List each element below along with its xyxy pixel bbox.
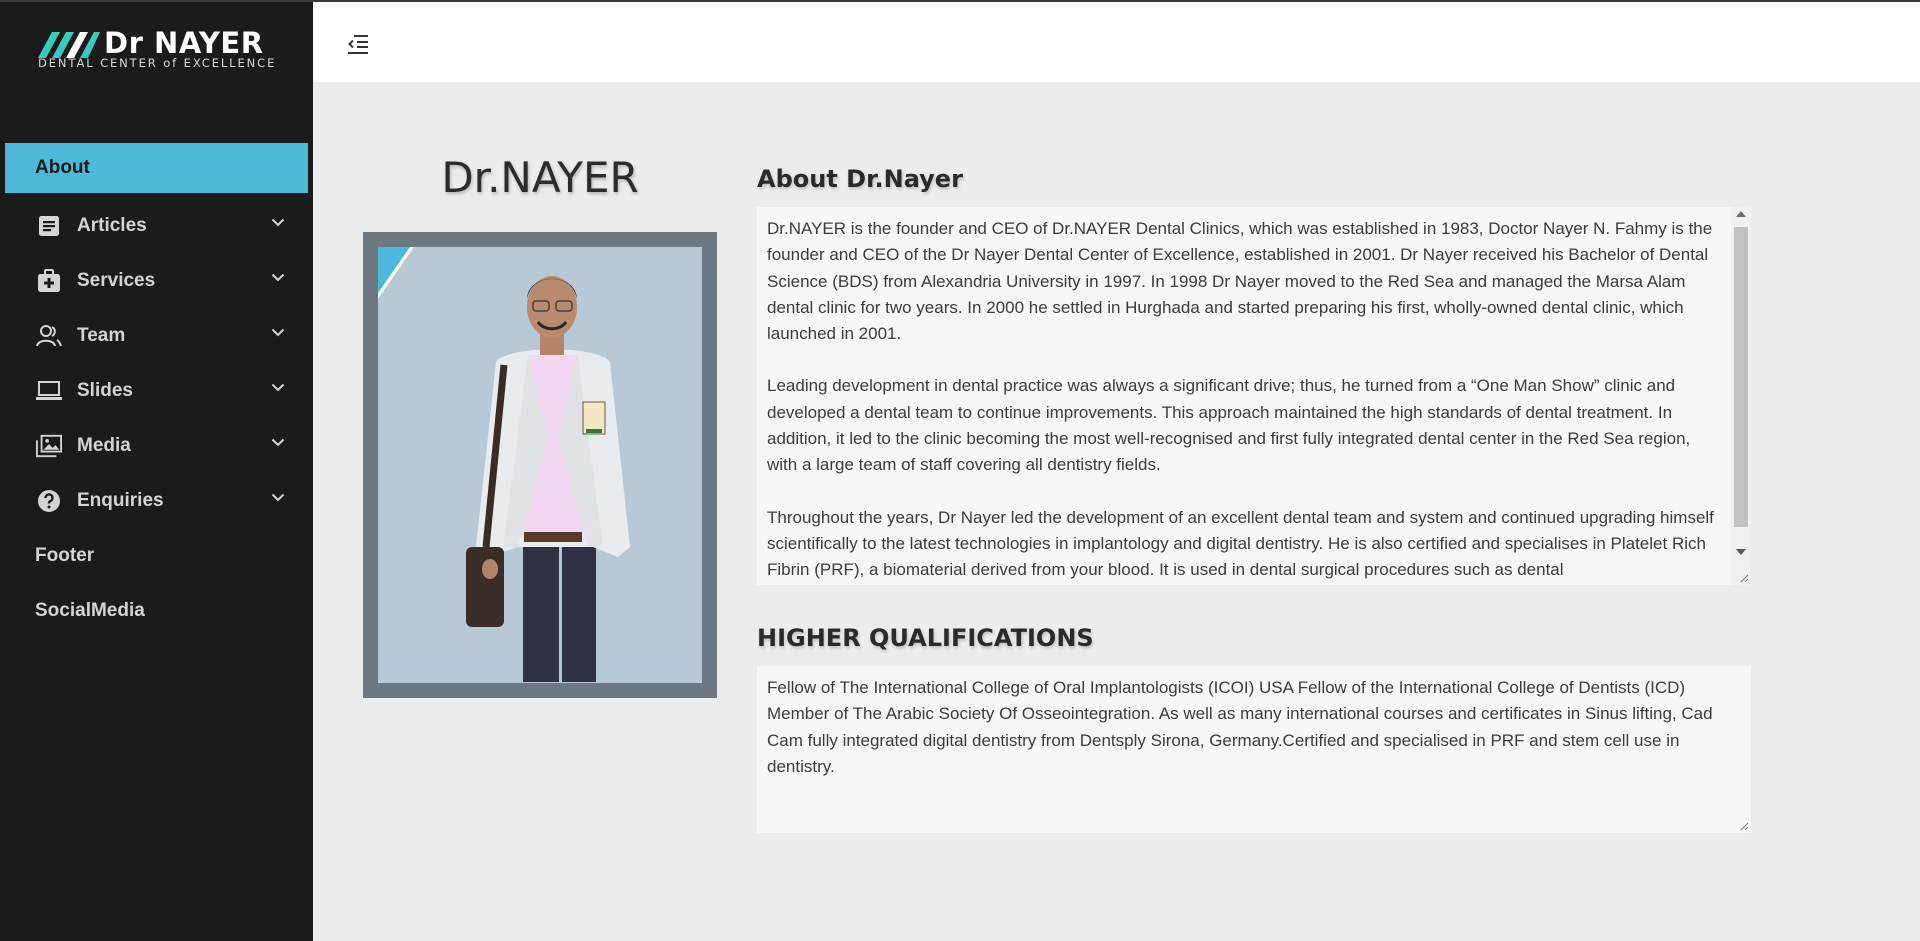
sidebar-nav: About Articles Services Team Slides Medi… (0, 143, 313, 638)
sidebar-item-about[interactable]: About (5, 143, 308, 193)
brand-subtitle: DENTAL CENTER of EXCELLENCE (38, 56, 277, 70)
sidebar-item-label: Footer (35, 544, 95, 566)
about-scrollbar[interactable] (1731, 207, 1751, 585)
laptop-icon (36, 378, 62, 404)
sidebar-item-team[interactable]: Team (0, 308, 313, 363)
chevron-down-icon (271, 493, 285, 502)
sidebar-item-services[interactable]: Services (0, 253, 313, 308)
profile-photo-frame (363, 232, 717, 698)
sidebar-item-articles[interactable]: Articles (0, 198, 313, 253)
chevron-down-icon (271, 328, 285, 337)
scroll-down-arrow-icon[interactable] (1736, 549, 1746, 555)
sidebar-item-label: SocialMedia (35, 599, 145, 621)
sidebar-item-media[interactable]: Media (0, 418, 313, 473)
sidebar-item-label: Articles (77, 214, 147, 236)
sidebar-item-label: About (35, 157, 90, 178)
qualifications-textarea[interactable]: Fellow of The International College of O… (757, 666, 1751, 833)
menu-collapse-icon[interactable] (347, 33, 369, 55)
images-icon (36, 433, 62, 459)
sidebar-item-label: Slides (77, 379, 133, 401)
resize-grip-icon[interactable] (1739, 821, 1749, 831)
scroll-up-arrow-icon[interactable] (1736, 211, 1746, 217)
brand-logo[interactable]: Dr NAYER DENTAL CENTER of EXCELLENCE (38, 26, 278, 74)
resize-grip-icon[interactable] (1739, 573, 1749, 583)
about-textarea[interactable]: Dr.NAYER is the founder and CEO of Dr.NA… (757, 207, 1751, 585)
profile-photo (378, 247, 702, 683)
profile-name: Dr.NAYER (441, 153, 639, 202)
chevron-down-icon (271, 218, 285, 227)
chevron-down-icon (271, 438, 285, 447)
sidebar-item-enquiries[interactable]: Enquiries (0, 473, 313, 528)
top-bar (313, 2, 1920, 82)
article-icon (36, 213, 62, 239)
window-top-border (0, 0, 1920, 2)
sidebar-item-socialmedia[interactable]: SocialMedia (0, 583, 313, 638)
qualifications-title: HIGHER QUALIFICATIONS (757, 624, 1094, 652)
scroll-thumb[interactable] (1734, 227, 1748, 527)
sidebar-item-label: Media (77, 434, 131, 456)
users-icon (36, 323, 62, 349)
medical-kit-icon (36, 268, 62, 294)
doctor-portrait (466, 276, 630, 682)
sidebar-item-footer[interactable]: Footer (0, 528, 313, 583)
chevron-down-icon (271, 383, 285, 392)
question-circle-icon (36, 488, 62, 514)
sidebar-item-label: Services (77, 269, 156, 291)
logo-mark-icon (38, 32, 100, 58)
sidebar: Dr NAYER DENTAL CENTER of EXCELLENCE Abo… (0, 0, 313, 941)
sidebar-item-slides[interactable]: Slides (0, 363, 313, 418)
about-paragraph: Throughout the years, Dr Nayer led the d… (767, 507, 1714, 580)
about-title: About Dr.Nayer (757, 165, 963, 193)
about-paragraph: Dr.NAYER is the founder and CEO of Dr.NA… (767, 219, 1713, 344)
chevron-down-icon (271, 273, 285, 282)
sidebar-item-label: Team (77, 324, 126, 346)
about-paragraph: Leading development in dental practice w… (767, 376, 1691, 475)
sidebar-item-label: Enquiries (77, 489, 164, 511)
qualifications-text: Fellow of The International College of O… (767, 678, 1713, 776)
brand-title: Dr NAYER (104, 26, 264, 60)
